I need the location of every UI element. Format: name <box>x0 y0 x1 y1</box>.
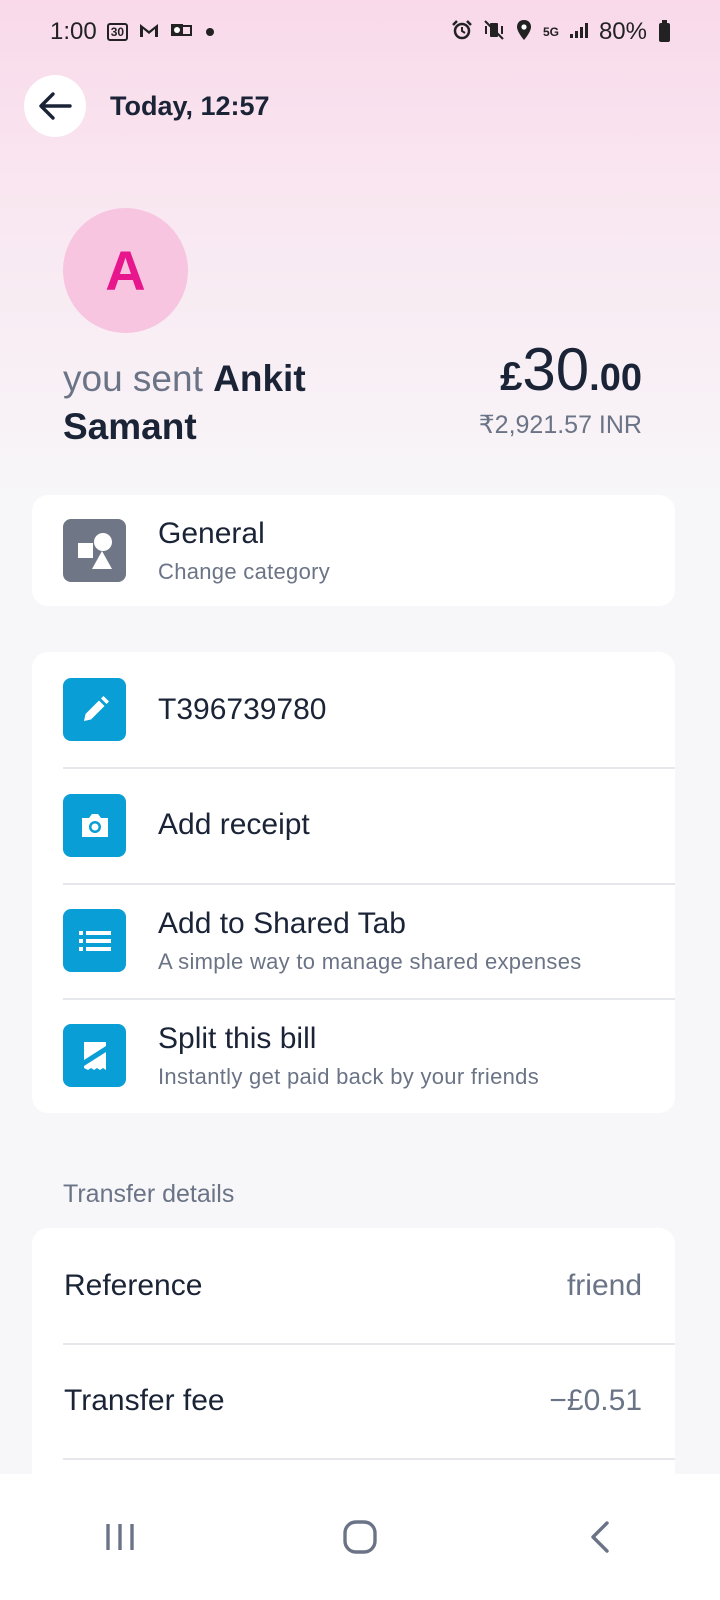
page-title: Today, 12:57 <box>110 90 270 121</box>
amount-fraction: .00 <box>589 357 642 399</box>
reference-row: Reference friend <box>32 1228 675 1343</box>
system-back-button[interactable] <box>540 1492 660 1582</box>
split-bill-text: Split this bill Instantly get paid back … <box>158 1022 539 1090</box>
transfer-fee-value: −£0.51 <box>549 1383 642 1417</box>
note-text: T396739780 <box>158 693 327 727</box>
back-button[interactable] <box>24 75 86 137</box>
amount-whole: 30 <box>522 336 590 403</box>
location-icon <box>515 19 533 45</box>
alarm-icon <box>451 19 473 45</box>
top-app-bar: Today, 12:57 <box>24 75 270 137</box>
amount-value: £30.00 <box>479 335 642 404</box>
split-bill-icon <box>63 1024 126 1087</box>
category-subtitle: Change category <box>158 558 331 584</box>
reference-label: Reference <box>64 1268 203 1302</box>
actions-card: T396739780 Add receipt Add to Shared Tab… <box>32 652 675 1113</box>
amount-block: £30.00 ₹2,921.57 INR <box>479 335 642 440</box>
battery-icon <box>659 19 670 42</box>
recent-apps-button[interactable] <box>60 1492 180 1582</box>
note-title: T396739780 <box>158 692 327 726</box>
outlook-icon <box>170 21 193 43</box>
status-bar: 1:00 30 5G 80% <box>0 0 720 64</box>
split-bill-title: Split this bill <box>158 1021 317 1055</box>
sent-prefix: you sent <box>63 358 214 399</box>
notification-dot-icon <box>206 28 215 36</box>
recipient-avatar[interactable]: A <box>63 208 188 333</box>
home-icon <box>343 1520 377 1554</box>
signal-icon <box>569 21 589 43</box>
gmail-icon <box>138 21 160 43</box>
transfer-fee-label: Transfer fee <box>64 1383 225 1417</box>
status-bar-right: 5G 80% <box>451 18 670 46</box>
camera-icon <box>63 793 126 857</box>
converted-amount: ₹2,921.57 INR <box>478 411 642 439</box>
shared-tab-row[interactable]: Add to Shared Tab A simple way to manage… <box>32 883 675 998</box>
category-text: General Change category <box>158 517 330 585</box>
transfer-fee-row: Transfer fee −£0.51 <box>32 1343 675 1458</box>
shared-tab-title: Add to Shared Tab <box>158 906 406 940</box>
calendar-30-icon: 30 <box>106 23 129 41</box>
transfer-details-heading: Transfer details <box>63 1180 235 1208</box>
split-bill-row[interactable]: Split this bill Instantly get paid back … <box>32 998 675 1113</box>
chevron-left-icon <box>591 1521 609 1553</box>
pencil-icon <box>63 678 126 741</box>
category-title: General <box>158 516 265 550</box>
shared-tab-subtitle: A simple way to manage shared expenses <box>158 948 582 974</box>
system-navigation-bar <box>0 1474 720 1600</box>
sent-description: you sent Ankit Samant <box>63 355 393 451</box>
5g-icon: 5G <box>542 25 559 39</box>
status-bar-left: 1:00 30 <box>50 18 215 46</box>
shared-tab-text: Add to Shared Tab A simple way to manage… <box>158 907 582 975</box>
list-icon <box>63 909 126 972</box>
category-shapes-icon <box>63 519 126 582</box>
category-card[interactable]: General Change category <box>32 495 675 606</box>
status-time: 1:00 <box>50 18 97 45</box>
reference-value: friend <box>566 1268 642 1302</box>
battery-percentage: 80% <box>598 18 647 45</box>
split-bill-subtitle: Instantly get paid back by your friends <box>158 1063 540 1089</box>
add-receipt-row[interactable]: Add receipt <box>32 767 675 883</box>
vibrate-icon <box>483 19 505 45</box>
recent-apps-icon <box>106 1524 134 1550</box>
add-receipt-title: Add receipt <box>158 808 310 841</box>
category-row[interactable]: General Change category <box>32 495 675 606</box>
currency-symbol: £ <box>500 355 523 399</box>
home-button[interactable] <box>300 1492 420 1582</box>
note-row[interactable]: T396739780 <box>32 652 675 767</box>
arrow-left-icon <box>39 92 72 120</box>
add-receipt-text: Add receipt <box>158 808 310 842</box>
